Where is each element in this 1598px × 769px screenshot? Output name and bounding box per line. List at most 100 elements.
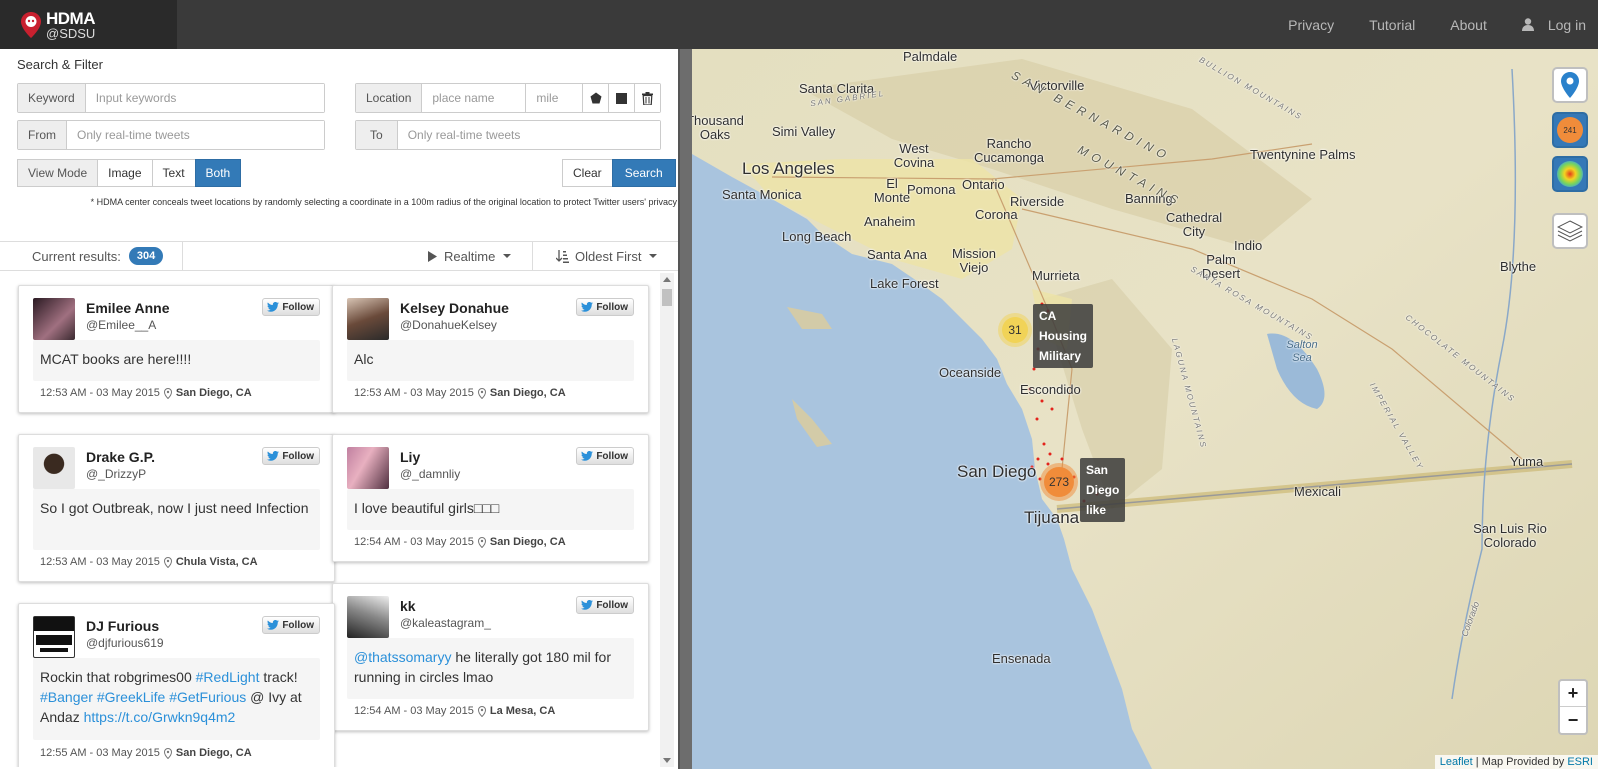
scroll-down-icon[interactable] [663,758,671,763]
tweet-time: 12:55 AM - 03 May 2015 [40,747,160,759]
tweet-author-handle[interactable]: @kaleastagram_ [400,616,491,630]
tweet-text: @thatssomaryy he literally got 180 mil f… [347,638,634,699]
view-text-button[interactable]: Text [151,159,196,187]
nav-login[interactable]: Log in [1521,17,1586,33]
leaflet-link[interactable]: Leaflet [1440,756,1473,768]
map-label: Murrieta [1032,268,1080,283]
brand-subtitle: @SDSU [46,25,96,41]
scroll-up-icon[interactable] [663,277,671,282]
tweet-feed[interactable]: Emilee Anne @Emilee__A Follow MCAT books… [0,273,678,767]
delete-shape-button[interactable] [634,84,660,112]
clear-button[interactable]: Clear [562,159,613,187]
nav-tutorial[interactable]: Tutorial [1369,17,1415,33]
tweet-meta: 12:54 AM - 03 May 2015 La Mesa, CA [354,705,555,717]
tweet-author-name[interactable]: Drake G.P. [86,449,155,465]
location-pin-icon [477,536,486,548]
mention-link[interactable]: @thatssomaryy [354,649,451,665]
tweet-cluster[interactable]: 31 [998,313,1032,347]
map-label: Cathedral City [1165,210,1223,239]
heatmap-layer-button[interactable] [1552,156,1588,192]
location-pin-icon [477,387,486,399]
tweet-author-name[interactable]: kk [400,598,416,614]
map-label: San Diego [957,462,1037,481]
tweet-author-name[interactable]: DJ Furious [86,618,159,634]
caret-down-icon [503,254,512,258]
place-name-input[interactable]: place name [422,84,527,112]
sort-order-dropdown[interactable]: Oldest First [556,249,658,264]
hashtag-link[interactable]: #RedLight [196,669,260,685]
follow-button[interactable]: Follow [262,298,320,316]
tweet-author-handle[interactable]: @djfurious619 [86,636,164,650]
polygon-icon [590,92,602,104]
keyword-input[interactable]: Input keywords [85,84,324,112]
tweet-time: 12:53 AM - 03 May 2015 [354,387,474,399]
to-date-input[interactable]: Only real-time tweets [397,121,660,149]
locate-button[interactable] [1552,67,1588,103]
location-label: Location [356,84,423,112]
scroll-thumb[interactable] [662,289,672,306]
avatar[interactable] [33,298,75,340]
tweet-author-handle[interactable]: @_DrizzyP [86,467,146,481]
keyword-popup: San Diego like [1080,458,1126,522]
tweet-cluster[interactable]: 273 [1040,463,1078,501]
avatar[interactable] [33,616,75,658]
follow-button[interactable]: Follow [262,616,320,634]
tweet-author-handle[interactable]: @_damnliy [400,467,460,481]
tweet-author-handle[interactable]: @Emilee__A [86,318,156,332]
map-label: Palmdale [903,49,958,64]
follow-button[interactable]: Follow [262,447,320,465]
follow-button[interactable]: Follow [576,596,634,614]
avatar[interactable] [33,447,75,489]
esri-link[interactable]: ESRI [1567,756,1593,768]
mile-input[interactable]: mile [526,84,583,112]
play-icon [428,250,437,262]
zoom-out-button[interactable]: − [1560,707,1586,733]
layers-button[interactable] [1552,213,1588,249]
map-label: Simi Valley [772,124,836,139]
tweet-author-name[interactable]: Kelsey Donahue [400,300,509,316]
tweet-author-handle[interactable]: @DonahueKelsey [400,318,497,332]
feed-scrollbar[interactable] [660,273,674,767]
cluster-count: 31 [1002,317,1028,343]
tweet-author-name[interactable]: Emilee Anne [86,300,170,316]
avatar[interactable] [347,298,389,340]
zoom-in-button[interactable]: + [1560,681,1586,707]
follow-button[interactable]: Follow [576,447,634,465]
panel-divider[interactable] [678,49,692,769]
rectangle-draw-button[interactable] [608,84,635,112]
current-results-label: Current results: [32,248,121,264]
url-link[interactable]: https://t.co/Grwkn9q4m2 [84,709,236,725]
brand-logo[interactable]: HDMA @SDSU [0,0,177,49]
navbar: HDMA @SDSU Privacy Tutorial About Log in [0,0,1598,49]
map-label: Santa Ana [867,247,927,262]
polygon-draw-button[interactable] [582,84,609,112]
view-both-button[interactable]: Both [194,159,242,187]
avatar[interactable] [347,596,389,638]
map-label: Salton Sea [1286,339,1318,364]
nav-about[interactable]: About [1450,17,1487,33]
tweet-author-name[interactable]: Liy [400,449,420,465]
map[interactable]: Palmdale Victorville Santa Clarita Thous… [692,49,1598,769]
map-attribution: Leaflet | Map Provided by ESRI [1434,755,1598,769]
tweet-text: Alc [347,340,634,381]
tweet-location: San Diego, CA [489,536,566,548]
follow-button[interactable]: Follow [576,298,634,316]
map-label: Mexicali [1294,484,1341,499]
tweet-meta: 12:55 AM - 03 May 2015 San Diego, CA [40,747,252,759]
hashtag-link[interactable]: #Banger [40,689,93,705]
cluster-layer-button[interactable]: 241 [1552,112,1588,148]
realtime-dropdown[interactable]: Realtime [428,249,512,264]
search-button[interactable]: Search [611,159,676,187]
follow-label: Follow [596,599,628,611]
hashtag-link[interactable]: #GreekLife [97,689,165,705]
avatar[interactable] [347,447,389,489]
nav-privacy[interactable]: Privacy [1288,17,1334,33]
map-label: Los Angeles [742,159,835,178]
view-image-button[interactable]: Image [97,159,153,187]
hashtag-link[interactable]: #GetFurious [169,689,246,705]
tweet-meta: 12:53 AM - 03 May 2015 San Diego, CA [354,387,566,399]
view-mode-group: View Mode Image Text Both [17,159,242,187]
from-date-input[interactable]: Only real-time tweets [67,121,324,149]
twitter-bird-icon [267,620,280,630]
view-mode-label: View Mode [17,159,99,187]
